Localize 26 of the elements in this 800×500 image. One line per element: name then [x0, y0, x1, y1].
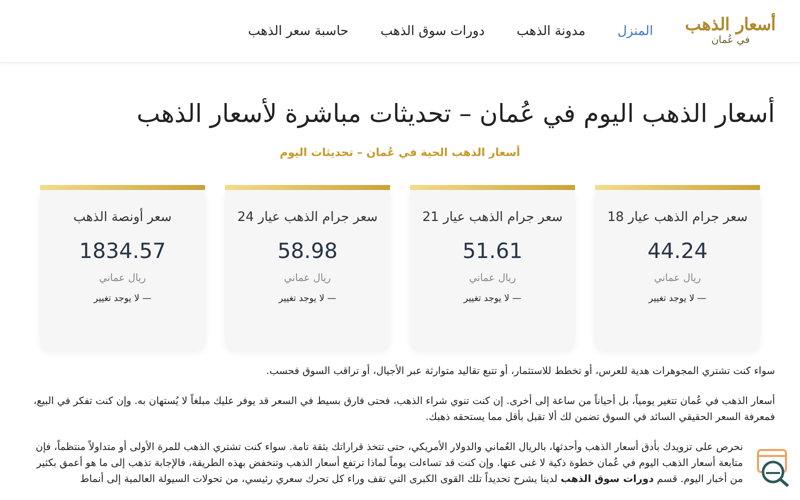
currency-label: ريال عماني [284, 273, 332, 284]
nav-link[interactable]: المنزل [617, 24, 654, 38]
nav-link[interactable]: دورات سوق الذهب [380, 24, 485, 38]
price-value: 51.61 [462, 239, 523, 263]
change-label: — لا يوجد تغيير [648, 294, 706, 304]
card-title: سعر جرام الذهب عيار 21 [422, 210, 563, 225]
page-title: أسعار الذهب اليوم في عُمان – تحديثات مباشرة لأسعار الذهب [136, 99, 775, 128]
nav-link[interactable]: مدونة الذهب [516, 24, 586, 38]
card-title: سعر جرام الذهب عيار 24 [237, 210, 378, 225]
price-value: 58.98 [277, 239, 338, 263]
currency-label: ريال عماني [98, 273, 146, 284]
currency-label: ريال عماني [468, 273, 516, 284]
price-value: 1834.57 [79, 239, 166, 263]
change-label: — لا يوجد تغيير [94, 294, 152, 304]
paragraph: سواء كنت تشتري المجوهرات هدية للعرس، أو تخطط للاستثمار، أو تتبع تقاليد متوارثة عبر الأجيال، أو تراقب السوق فحسب. [265, 364, 775, 379]
change-label: — لا يوجد تغيير [464, 294, 522, 304]
currency-label: ريال عماني [654, 273, 702, 284]
paragraph: أسعار الذهب في عُمان تتغير يومياً، بل أحياناً من ساعة إلى أخرى. إن كنت تنوي شراء الذهب، فحتى فارق بسيط في السعر قد يوفر عليك مبلغاً لا يُستهان به. وإن كنت تفكر في البيع، فمعرفة السعر الحقيقي السائد في السوق تضمن لك ألا تقبل بأقل مما يستحقه ذهبك. [25, 394, 775, 426]
card-title: سعر أونصة الذهب [73, 210, 172, 225]
nav-link[interactable]: حاسبة سعر الذهب [248, 24, 348, 38]
card-title: سعر جرام الذهب عيار 18 [607, 210, 748, 225]
change-label: — لا يوجد تغيير [278, 294, 336, 304]
price-value: 44.24 [647, 239, 708, 263]
paragraph: نحرص على تزويدك بأدق أسعار الذهب وأحدثها، بالريال العُماني والدولار الأمريكي، حتى تتخذ قراراتك بثقة تامة. سواء كنت تشتري الذهب للمرة الأولى أو متداولاً منتظماً، فإن متابعة أسعار الذهب اليوم في عُمان خطوة ذكية لا غنى عنها. وإن كنت قد تساءلت يوماً لماذا ترتفع أسعار الذهب وتنخفض بهذه الطريقة، فالإجابة تذهب إلى ما هو أعمق بكثير من أخبار اليوم. قسم دورات سوق الذهب لدينا يشرح تحديداً تلك القوى الكبرى التي تقف وراء كل تحرك سعري رئيسي، من تحولات السيولة العالمية إلى أنماط [25, 440, 743, 488]
chat-widget-icon[interactable] [756, 448, 790, 488]
page-subtitle: أسعار الذهب الحية في عُمان – تحديثات اليوم [278, 146, 522, 159]
